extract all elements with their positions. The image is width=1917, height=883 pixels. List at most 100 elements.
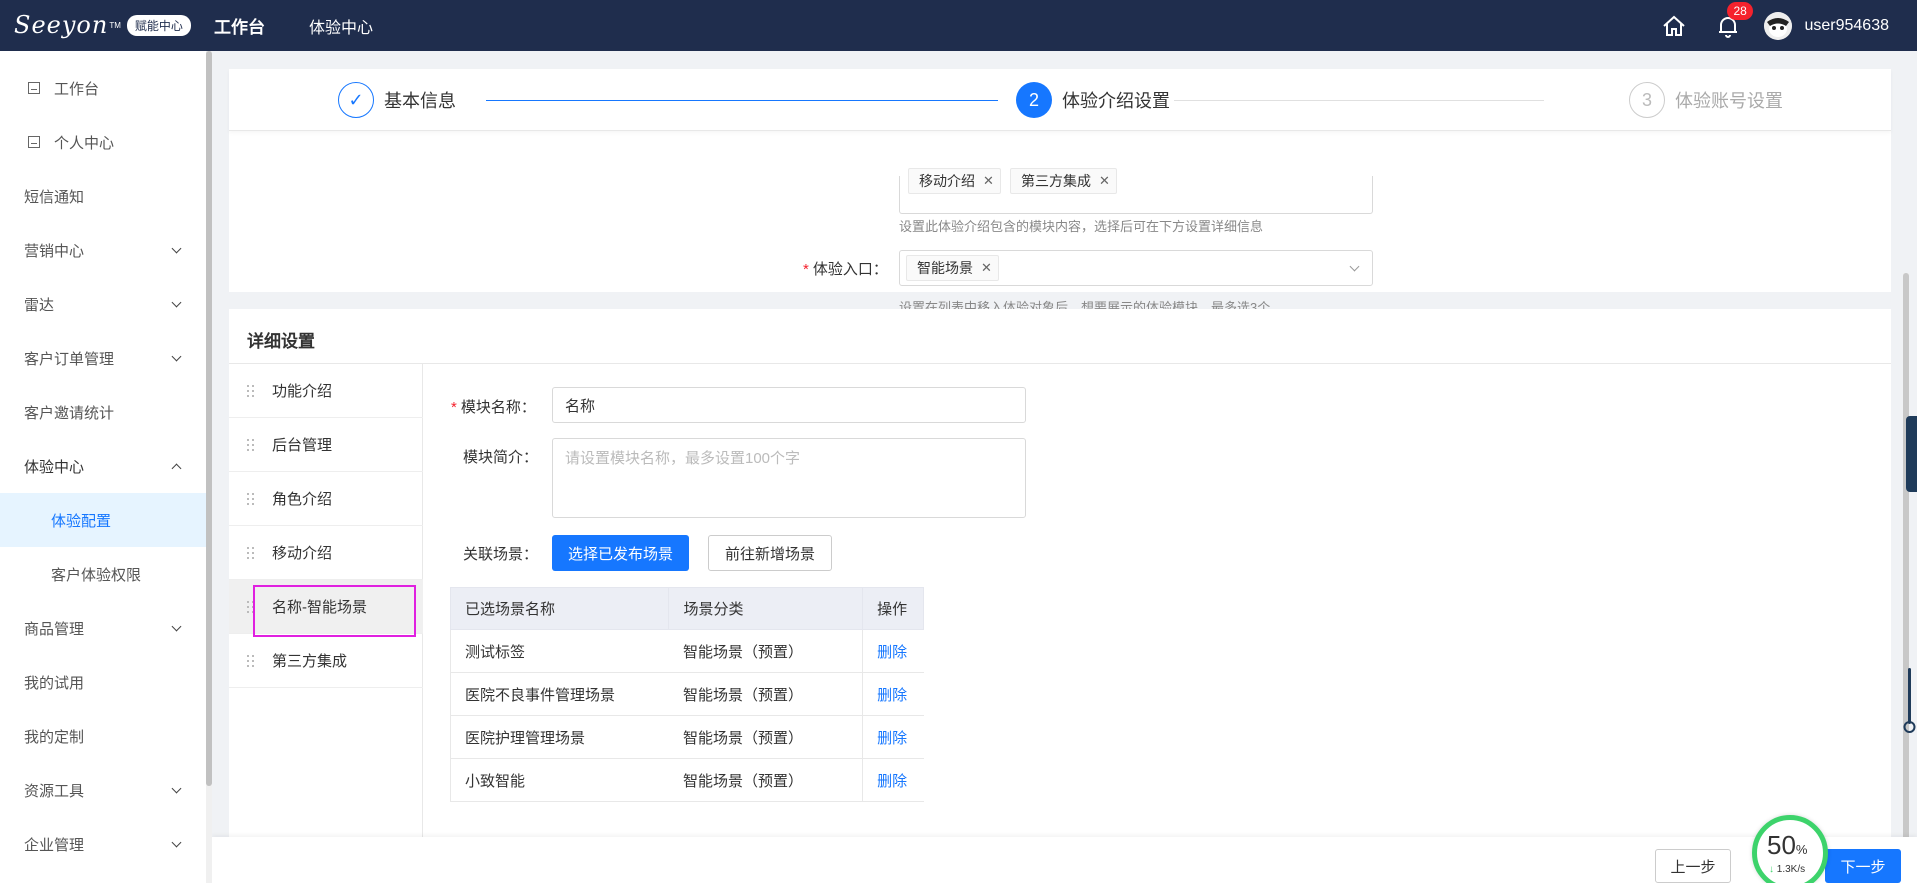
delete-link[interactable]: 删除	[877, 644, 907, 661]
sidebar-item-products[interactable]: 商品管理	[0, 601, 206, 655]
module-name-input[interactable]	[552, 387, 1026, 423]
sidebar-item-label: 商品管理	[24, 620, 85, 638]
page-icon	[28, 136, 40, 148]
module-desc-label: 模块简介：	[463, 449, 539, 466]
step-basic-info[interactable]: ✓ 基本信息	[338, 82, 456, 118]
scene-table: 已选场景名称 场景分类 操作 测试标签 智能场景（预置） 删除 医院不良事件管理…	[449, 587, 924, 802]
download-arrow-icon: ↓	[1769, 864, 1774, 875]
sidebar-item-label: 客户体验权限	[51, 566, 142, 584]
edge-dock-widget[interactable]	[1906, 416, 1917, 492]
table-header-row: 已选场景名称 场景分类 操作	[449, 587, 924, 630]
sidebar-item-experience-center[interactable]: 体验中心	[0, 439, 206, 493]
table-row: 测试标签 智能场景（预置） 删除	[449, 629, 924, 673]
main-scroll-thumb[interactable]	[1903, 273, 1909, 883]
nav-experience-center[interactable]: 体验中心	[309, 14, 373, 38]
home-icon[interactable]	[1660, 12, 1688, 40]
scene-name: 测试标签	[449, 629, 669, 673]
delete-link[interactable]: 删除	[877, 730, 907, 747]
drag-handle-icon[interactable]	[247, 384, 255, 397]
close-icon[interactable]: ✕	[981, 260, 992, 276]
top-bar: Seeyon TM 赋能中心 工作台 体验中心 28 user954638	[0, 0, 1917, 51]
next-step-button[interactable]: 下一步	[1825, 849, 1901, 883]
close-icon[interactable]: ✕	[983, 173, 994, 189]
drag-handle-icon[interactable]	[247, 492, 255, 505]
main-scrollbar[interactable]	[1903, 273, 1909, 883]
sidebar-item-workbench[interactable]: 工作台	[0, 61, 206, 115]
network-speed-widget[interactable]: 50% ↓ 1.3K/s	[1752, 815, 1828, 883]
sidebar-item-marketing[interactable]: 营销中心	[0, 223, 206, 277]
module-item[interactable]: 后台管理	[229, 418, 423, 472]
sidebar-item-my-customizations[interactable]: 我的定制	[0, 709, 206, 763]
table-row: 医院不良事件管理场景 智能场景（预置） 删除	[449, 672, 924, 716]
avatar[interactable]	[1764, 11, 1793, 40]
logo-trademark: TM	[109, 20, 121, 30]
sidebar-item-resource-tools[interactable]: 资源工具	[0, 763, 206, 817]
module-name: 后台管理	[272, 437, 333, 454]
col-operation: 操作	[862, 587, 924, 630]
step-intro-settings[interactable]: 2 体验介绍设置	[1016, 82, 1170, 118]
module-item[interactable]: 第三方集成	[229, 634, 423, 688]
sidebar-item-my-trials[interactable]: 我的试用	[0, 655, 206, 709]
module-select[interactable]: 移动介绍 ✕ 第三方集成 ✕	[899, 168, 1373, 214]
check-icon: ✓	[338, 82, 374, 118]
sidebar-item-label: 短信通知	[24, 188, 85, 206]
sidebar-item-label: 我的定制	[24, 728, 85, 746]
tag-label: 移动介绍	[919, 173, 975, 189]
module-name: 功能介绍	[272, 383, 333, 400]
chevron-down-icon	[171, 351, 182, 362]
sidebar-item-label: 工作台	[54, 80, 100, 98]
module-item[interactable]: 角色介绍	[229, 472, 423, 526]
sidebar: 工作台 个人中心 短信通知 营销中心 雷达 客户订单管理 客户邀请统计 体验中心…	[0, 51, 206, 883]
step-number: 3	[1629, 82, 1665, 118]
scene-name: 医院护理管理场景	[449, 715, 669, 759]
username[interactable]: user954638	[1804, 17, 1889, 35]
drag-handle-icon[interactable]	[247, 438, 255, 451]
tag-label: 第三方集成	[1021, 173, 1091, 189]
entry-select[interactable]: 智能场景 ✕	[899, 250, 1373, 286]
delete-link[interactable]: 删除	[877, 687, 907, 704]
drag-handle-icon[interactable]	[247, 654, 255, 667]
entry-tag: 智能场景 ✕	[906, 255, 999, 281]
detail-title: 详细设置	[247, 332, 315, 351]
nav-workbench[interactable]: 工作台	[214, 13, 265, 38]
main-content: 移动介绍 ✕ 第三方集成 ✕ 设置此体验介绍包含的模块内容，选择后可在下方设置详细信…	[212, 51, 1917, 883]
logo-badge: 赋能中心	[126, 14, 191, 36]
sidebar-item-experience-config[interactable]: 体验配置	[0, 493, 206, 547]
sidebar-item-personal-center[interactable]: 个人中心	[0, 115, 206, 169]
highlight-box	[253, 585, 416, 637]
step-title: 体验账号设置	[1675, 91, 1783, 111]
sidebar-item-radar[interactable]: 雷达	[0, 277, 206, 331]
drag-handle-icon[interactable]	[247, 546, 255, 559]
select-published-scene-button[interactable]: 选择已发布场景	[552, 535, 689, 571]
add-scene-button[interactable]: 前往新增场景	[708, 535, 832, 571]
sidebar-item-label: 个人中心	[54, 134, 115, 152]
step-connector	[1174, 100, 1544, 101]
notification-badge: 28	[1727, 1, 1753, 20]
chevron-up-icon	[171, 463, 182, 474]
chevron-down-icon	[171, 837, 182, 848]
module-item[interactable]: 功能介绍	[229, 364, 423, 418]
speed-rate: ↓ 1.3K/s	[1769, 864, 1806, 875]
seeyon-logo[interactable]: Seeyon TM 赋能中心	[14, 11, 191, 39]
scene-category: 智能场景（预置）	[668, 758, 863, 802]
sidebar-item-invite-stats[interactable]: 客户邀请统计	[0, 385, 206, 439]
sidebar-item-enterprise[interactable]: 企业管理	[0, 817, 206, 871]
sidebar-item-experience-permission[interactable]: 客户体验权限	[0, 547, 206, 601]
prev-step-button[interactable]: 上一步	[1655, 849, 1731, 883]
chevron-down-icon	[171, 297, 182, 308]
bell-icon[interactable]: 28	[1714, 1, 1753, 40]
chevron-down-icon	[171, 621, 182, 632]
module-item[interactable]: 移动介绍	[229, 526, 423, 580]
delete-link[interactable]: 删除	[877, 773, 907, 790]
scene-category: 智能场景（预置）	[668, 715, 863, 759]
sidebar-item-orders[interactable]: 客户订单管理	[0, 331, 206, 385]
table-row: 医院护理管理场景 智能场景（预置） 删除	[449, 715, 924, 759]
module-name: 移动介绍	[272, 545, 333, 562]
chevron-down-icon	[171, 243, 182, 254]
step-account-settings[interactable]: 3 体验账号设置	[1629, 82, 1783, 118]
close-icon[interactable]: ✕	[1099, 173, 1110, 189]
basic-form-panel: 移动介绍 ✕ 第三方集成 ✕ 设置此体验介绍包含的模块内容，选择后可在下方设置详细信…	[229, 106, 1891, 315]
thermometer-icon[interactable]	[1903, 668, 1917, 734]
sidebar-item-sms[interactable]: 短信通知	[0, 169, 206, 223]
module-desc-textarea[interactable]	[552, 438, 1026, 518]
